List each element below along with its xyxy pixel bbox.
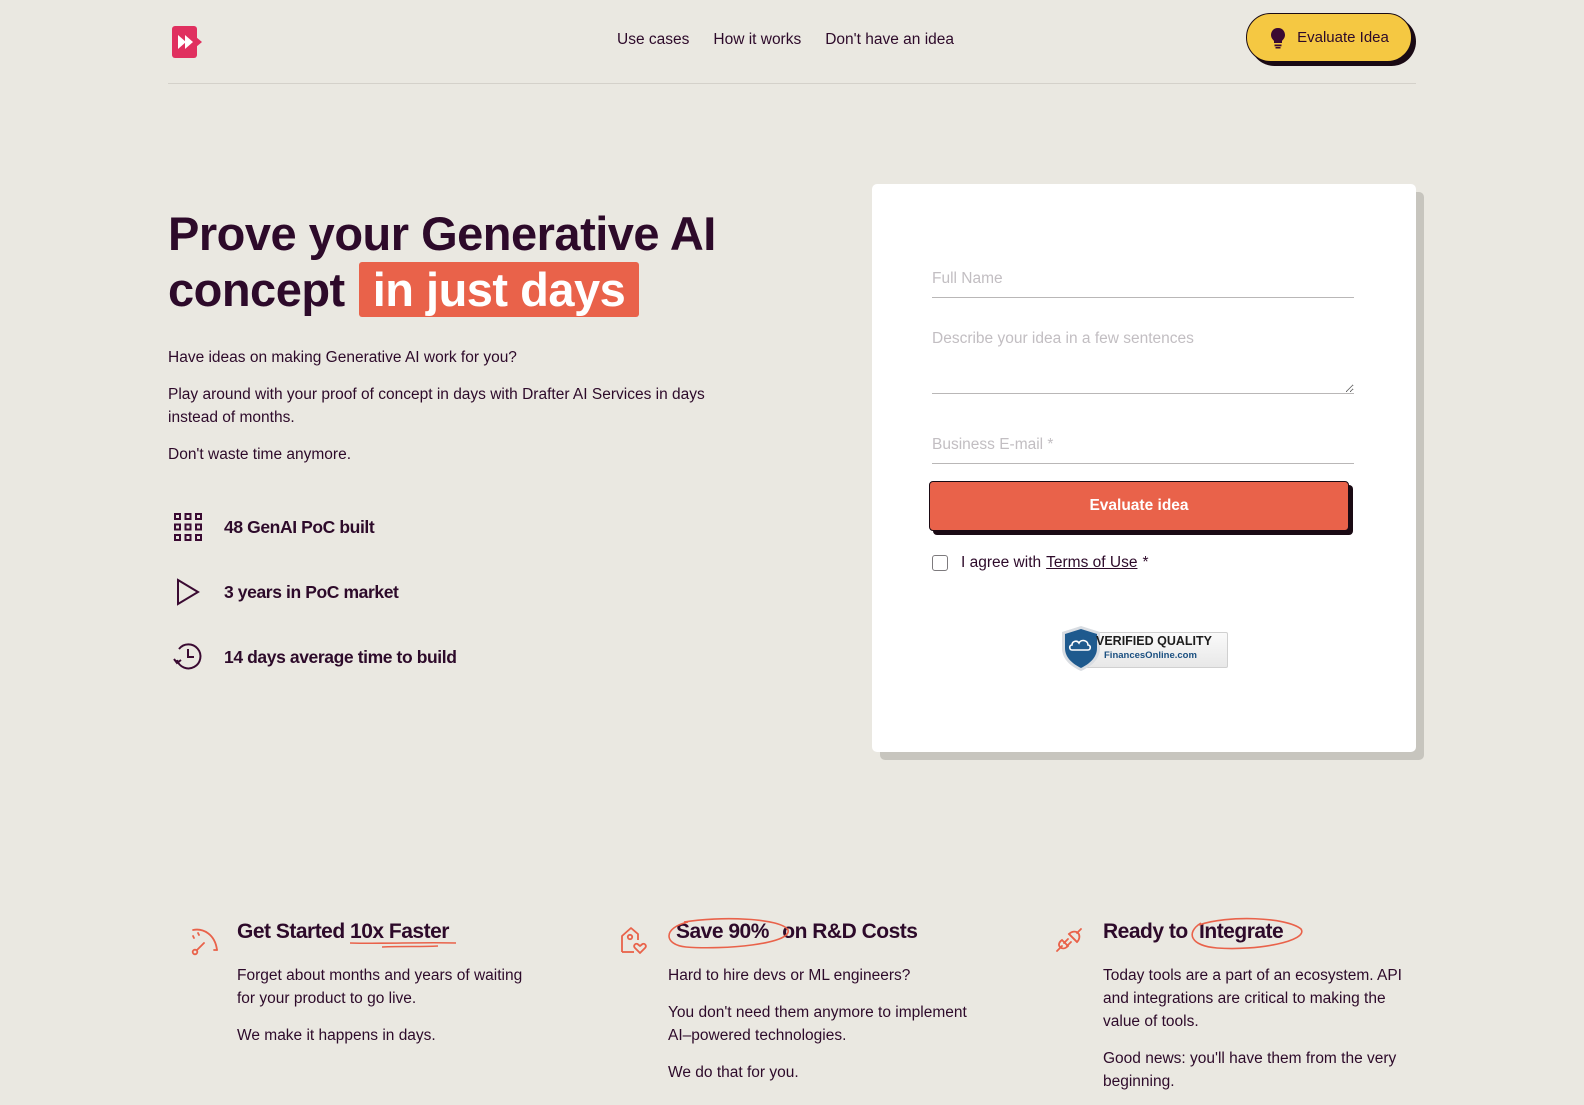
stat-item: 14 days average time to build — [172, 640, 457, 674]
shield-cloud-icon — [1062, 626, 1100, 671]
feature-title-suffix: on R&D Costs — [776, 920, 918, 943]
feature-title-mark-text: Save 90% — [676, 920, 769, 943]
terms-checkbox[interactable] — [932, 555, 948, 571]
business-email-input[interactable] — [932, 426, 1354, 464]
stat-label: 3 years in PoC market — [224, 581, 399, 602]
site-header: Use cases How it works Don't have an ide… — [168, 0, 1416, 84]
hero-description: Have ideas on making Generative AI work … — [168, 346, 758, 480]
feature-paragraph: Today tools are a part of an ecosystem. … — [1103, 967, 1402, 1030]
idea-description-textarea[interactable] — [932, 330, 1354, 394]
feature-paragraph: You don't need them anymore to implement… — [668, 1004, 967, 1044]
hero-title-highlight: in just days — [358, 262, 640, 317]
feature-paragraph: We make it happens in days. — [237, 1027, 436, 1044]
required-asterisk: * — [1142, 554, 1149, 571]
badge-subtitle: FinancesOnline.com — [1104, 650, 1197, 661]
main-nav: Use cases How it works Don't have an ide… — [617, 31, 954, 49]
hero-title-line1: Prove your Generative AI — [168, 207, 716, 260]
feature-body: Forget about months and years of waiting… — [237, 964, 537, 1061]
speedometer-icon — [191, 928, 218, 956]
feature-title-mark: Save 90% — [668, 917, 789, 949]
clock-history-icon — [173, 643, 202, 670]
grid-icon — [174, 513, 202, 541]
evaluate-idea-header-label: Evaluate Idea — [1297, 29, 1389, 46]
hero-paragraph: Have ideas on making Generative AI work … — [168, 349, 517, 366]
hero-paragraph: Don't waste time anymore. — [168, 446, 352, 463]
terms-agreement: I agree with Terms of Use * — [932, 554, 1149, 572]
feature-title-mark-text: 10x Faster — [350, 920, 449, 943]
stat-item: 3 years in PoC market — [172, 575, 457, 609]
feature-title: Get Started 10x Faster — [237, 920, 457, 948]
lightbulb-icon — [1271, 27, 1286, 48]
full-name-input[interactable] — [932, 260, 1354, 298]
feature-title: Ready to Integrate — [1103, 917, 1303, 950]
stat-label: 48 GenAI PoC built — [224, 516, 375, 537]
feature-body: Hard to hire devs or ML engineers? You d… — [668, 964, 968, 1098]
nav-how-it-works[interactable]: How it works — [713, 31, 801, 49]
nav-dont-have-an-idea[interactable]: Don't have an idea — [825, 31, 954, 49]
feature-title: Save 90% on R&D Costs — [668, 917, 918, 949]
feature-title-prefix: Ready to — [1103, 920, 1194, 943]
evaluate-idea-header-button[interactable]: Evaluate Idea — [1246, 13, 1412, 62]
house-heart-icon — [621, 927, 647, 954]
nav-use-cases[interactable]: Use cases — [617, 31, 689, 49]
hero-title: Prove your Generative AI concept in just … — [168, 206, 768, 318]
feature-paragraph: Forget about months and years of waiting… — [237, 967, 523, 1007]
fast-forward-logo-icon[interactable] — [172, 24, 206, 60]
evaluate-idea-submit-button[interactable]: Evaluate idea — [929, 481, 1349, 531]
hero-paragraph: Play around with your proof of concept i… — [168, 386, 705, 426]
feature-title-mark-text: Integrate — [1199, 920, 1284, 943]
hero-title-line2: concept — [168, 263, 345, 316]
feature-paragraph: We do that for you. — [668, 1064, 799, 1081]
terms-of-use-link[interactable]: Terms of Use — [1046, 554, 1137, 572]
stat-label: 14 days average time to build — [224, 646, 457, 667]
feature-title-mark: 10x Faster — [350, 920, 457, 948]
feature-title-mark: Integrate — [1191, 917, 1303, 950]
badge-title: VERIFIED QUALITY — [1096, 634, 1212, 648]
feature-body: Today tools are a part of an ecosystem. … — [1103, 964, 1403, 1105]
plug-icon — [1056, 928, 1082, 952]
feature-paragraph: Good news: you'll have them from the ver… — [1103, 1050, 1397, 1090]
verified-quality-badge[interactable]: VERIFIED QUALITY FinancesOnline.com — [1058, 624, 1230, 672]
feature-title-prefix: Get Started — [237, 920, 351, 943]
stats-list: 48 GenAI PoC built 3 years in PoC market… — [172, 510, 457, 705]
feature-paragraph: Hard to hire devs or ML engineers? — [668, 967, 911, 984]
play-icon — [177, 578, 200, 606]
stat-item: 48 GenAI PoC built — [172, 510, 457, 544]
evaluate-idea-form: Evaluate idea I agree with Terms of Use … — [872, 184, 1416, 752]
agree-prefix: I agree with — [961, 554, 1042, 571]
